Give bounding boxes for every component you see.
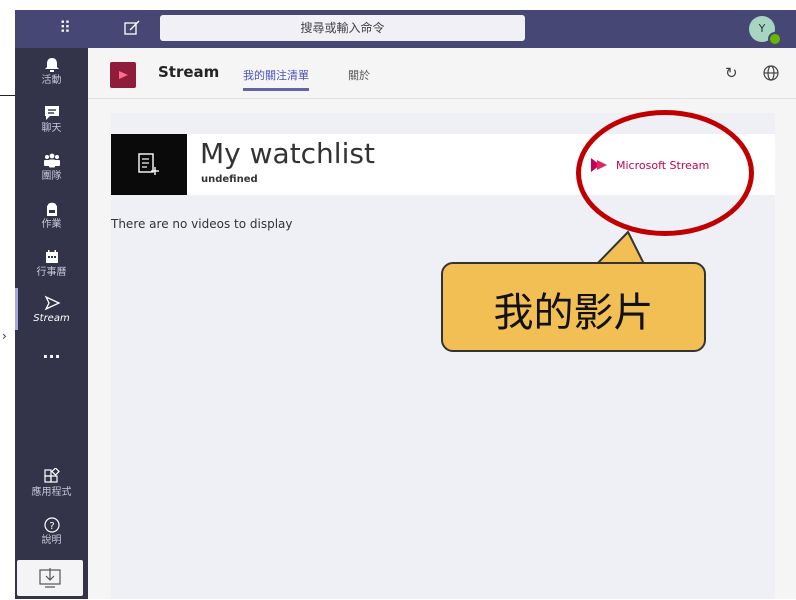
watchlist-subtitle: undefined bbox=[201, 174, 258, 185]
chevron-right-icon: › bbox=[2, 329, 7, 343]
rail-item-label: 應用程式 bbox=[31, 487, 72, 498]
reload-icon[interactable]: ↻ bbox=[725, 64, 738, 82]
stream-icon bbox=[44, 295, 61, 311]
compose-icon[interactable] bbox=[123, 19, 141, 37]
bell-icon bbox=[44, 58, 59, 72]
stream-app-icon bbox=[110, 62, 136, 88]
rail-item-label: 活動 bbox=[41, 75, 62, 86]
rail-item-calendar[interactable]: 行事曆 bbox=[15, 248, 88, 279]
tab-my-watchlist[interactable]: 我的關注清單 bbox=[243, 67, 309, 91]
apps-icon bbox=[43, 468, 60, 483]
app-name: Stream bbox=[158, 63, 220, 81]
rail-item-teams[interactable]: 團隊 bbox=[15, 152, 88, 183]
watchlist-title: My watchlist bbox=[200, 137, 375, 170]
rail-item-help[interactable]: ? 說明 bbox=[15, 516, 88, 547]
more-icon: ... bbox=[42, 343, 61, 362]
annotation-ellipse bbox=[576, 110, 754, 236]
rail-item-label: 行事曆 bbox=[36, 267, 67, 278]
rail-item-assignments[interactable]: 作業 bbox=[15, 200, 88, 231]
download-app-button[interactable] bbox=[17, 560, 83, 596]
calendar-icon bbox=[45, 250, 58, 263]
annotation-callout: 我的影片 bbox=[441, 262, 706, 352]
rail-item-apps[interactable]: 應用程式 bbox=[15, 468, 88, 499]
tab-about[interactable]: 關於 bbox=[348, 67, 370, 83]
rail-item-more[interactable]: ... bbox=[15, 343, 88, 362]
watchlist-thumbnail bbox=[111, 134, 187, 195]
search-input[interactable]: 搜尋或輸入命令 bbox=[160, 15, 525, 41]
rail-item-label: 團隊 bbox=[41, 171, 62, 182]
playlist-add-icon bbox=[138, 153, 159, 175]
rail-item-stream[interactable]: Stream bbox=[15, 288, 88, 330]
left-rail: 活動 聊天 團隊 作業 行事曆 Stream ... 應用程式 ? 說明 bbox=[15, 48, 88, 599]
rail-item-activity[interactable]: 活動 bbox=[15, 56, 88, 87]
help-icon: ? bbox=[43, 517, 60, 533]
backpack-icon bbox=[46, 202, 57, 216]
rail-item-chat[interactable]: 聊天 bbox=[15, 104, 88, 135]
app-launcher-icon[interactable]: ⠿ bbox=[55, 18, 75, 38]
teams-icon bbox=[43, 153, 60, 168]
download-icon bbox=[39, 568, 61, 588]
rail-item-label: 作業 bbox=[41, 219, 62, 230]
presence-badge bbox=[768, 32, 782, 46]
rail-item-label: 說明 bbox=[41, 535, 62, 546]
globe-icon[interactable] bbox=[762, 64, 780, 82]
background-divider bbox=[0, 95, 15, 96]
background-window-edge bbox=[0, 10, 16, 160]
callout-pointer bbox=[593, 230, 647, 266]
callout-text: 我的影片 bbox=[493, 290, 654, 336]
rail-item-label: 聊天 bbox=[41, 123, 62, 134]
app-header: Stream 我的關注清單 關於 ↻ bbox=[88, 48, 796, 99]
top-bar: ⠿ 搜尋或輸入命令 Y bbox=[15, 10, 796, 48]
chat-icon bbox=[44, 106, 59, 120]
empty-state-text: There are no videos to display bbox=[111, 217, 293, 231]
svg-text:?: ? bbox=[49, 521, 54, 532]
rail-item-label: Stream bbox=[33, 313, 70, 324]
